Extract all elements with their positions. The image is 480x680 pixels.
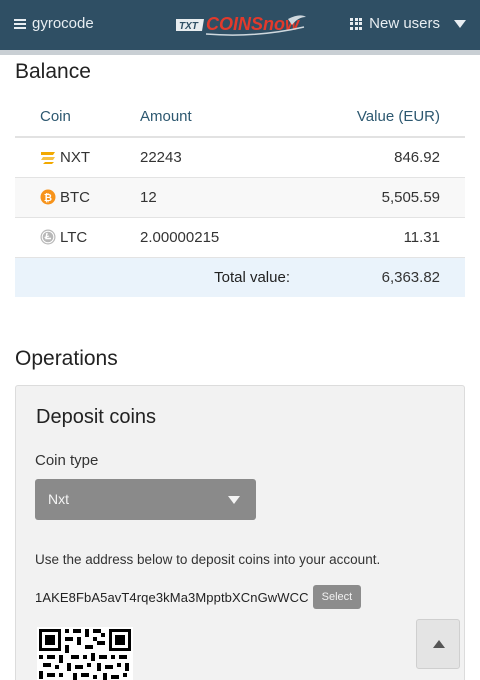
top-navbar: gyrocode TXT COINSnow New users — [0, 0, 480, 50]
nxt-coin-icon — [41, 152, 55, 165]
total-row: Total value: 6,363.82 — [15, 257, 465, 297]
grid-icon — [350, 17, 363, 30]
ltc-coin-icon — [40, 229, 56, 245]
column-header-amount: Amount — [140, 97, 300, 138]
deposit-instructions: Use the address below to deposit coins i… — [35, 552, 381, 567]
coin-value: 846.92 — [300, 137, 465, 178]
chevron-down-icon — [228, 496, 240, 504]
arrow-up-icon — [433, 640, 445, 648]
total-value: 6,363.82 — [300, 257, 465, 297]
select-address-button[interactable]: Select — [312, 585, 362, 609]
table-row: NXT 22243 846.92 — [15, 137, 465, 178]
qr-code-image — [37, 627, 133, 680]
menu-toggle[interactable]: gyrocode — [14, 15, 94, 32]
coin-type-select[interactable]: Nxt — [35, 479, 256, 520]
balance-table: Coin Amount Value (EUR) NXT 22243 846.92 — [15, 97, 465, 297]
balance-title: Balance — [15, 60, 91, 83]
coin-type-label: Coin type — [35, 452, 99, 469]
coin-name: NXT — [60, 148, 90, 166]
coin-amount: 12 — [140, 177, 300, 218]
deposit-address[interactable]: 1AKE8FbA5avT4rqe3kMa3MpptbXCnGwWCC — [35, 590, 309, 605]
total-label: Total value: — [140, 257, 300, 297]
operations-title: Operations — [15, 347, 118, 370]
new-users-menu[interactable]: New users — [350, 15, 466, 32]
deposit-address-row: 1AKE8FbA5avT4rqe3kMa3MpptbXCnGwWCC Selec… — [35, 585, 362, 609]
table-row: ₿ BTC 12 5,505.59 — [15, 177, 465, 218]
brand-prefix: TXT — [179, 21, 199, 32]
svg-text:₿: ₿ — [44, 192, 52, 204]
txtcoinsnow-logo[interactable]: TXT COINSnow — [176, 11, 308, 37]
new-users-label: New users — [369, 15, 440, 32]
coin-amount: 22243 — [140, 137, 300, 178]
deposit-panel: Deposit coins Coin type Nxt Use the addr… — [15, 385, 465, 680]
coin-type-value: Nxt — [48, 491, 69, 507]
table-header-row: Coin Amount Value (EUR) — [15, 97, 465, 138]
menu-label: gyrocode — [32, 15, 94, 32]
btc-coin-icon: ₿ — [40, 189, 56, 205]
hamburger-icon — [14, 18, 26, 29]
column-header-value: Value (EUR) — [300, 97, 465, 138]
coin-name: BTC — [60, 188, 90, 206]
coin-value: 11.31 — [300, 217, 465, 258]
caret-down-icon — [454, 19, 466, 28]
coin-amount: 2.00000215 — [140, 217, 300, 258]
navbar-shadow — [0, 50, 480, 55]
coin-value: 5,505.59 — [300, 177, 465, 218]
column-header-coin: Coin — [15, 97, 140, 138]
deposit-title: Deposit coins — [36, 406, 157, 428]
coin-name: LTC — [60, 228, 88, 246]
table-row: LTC 2.00000215 11.31 — [15, 217, 465, 258]
scroll-to-top-button[interactable] — [416, 619, 460, 669]
